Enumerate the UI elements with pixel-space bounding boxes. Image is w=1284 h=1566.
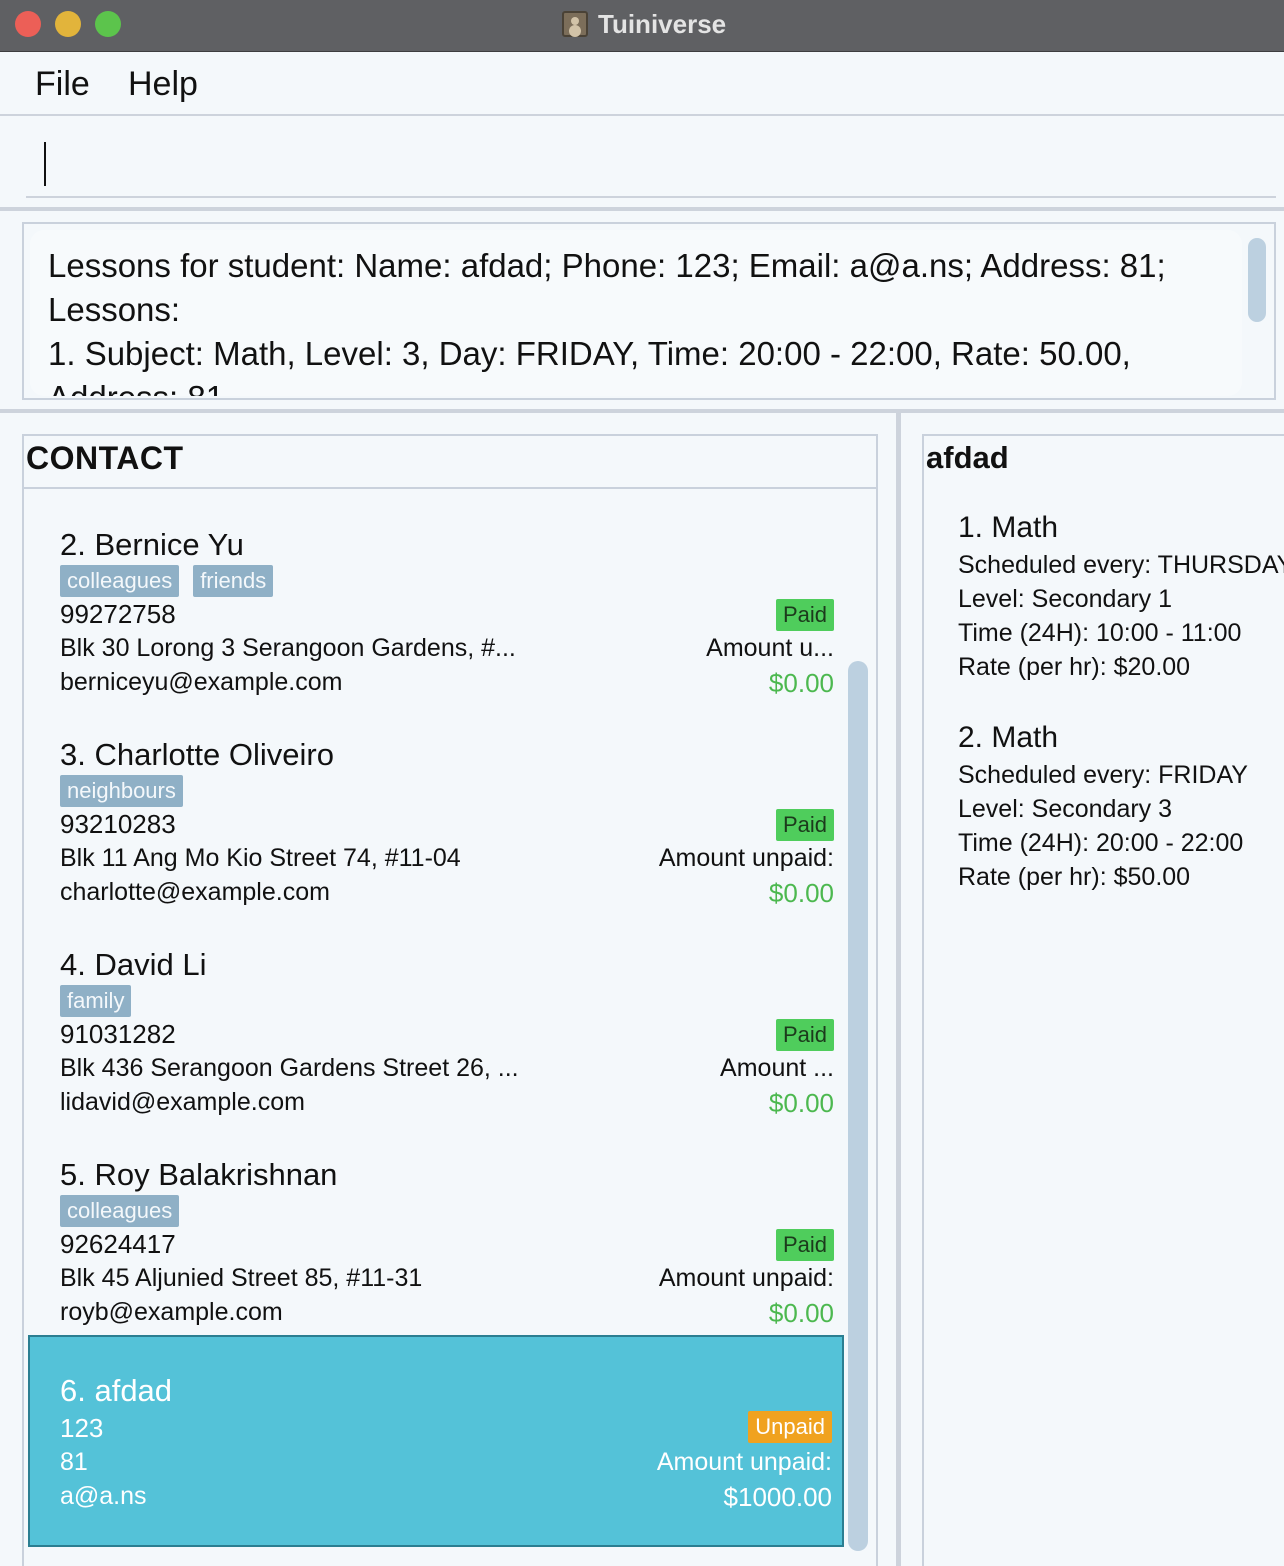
lesson-detail-panel: afdad 1. Math Scheduled every: THURSDAY … bbox=[922, 434, 1284, 1566]
amount-unpaid-value: $0.00 bbox=[768, 878, 834, 908]
lesson-item: 1. Math Scheduled every: THURSDAY Level:… bbox=[958, 508, 1284, 684]
contact-email: lidavid@example.com bbox=[60, 1088, 305, 1116]
maximize-window-button[interactable] bbox=[95, 11, 121, 37]
contact-address: Blk 436 Serangoon Gardens Street 26, ... bbox=[60, 1054, 519, 1082]
window-title-group: Tuiniverse bbox=[562, 9, 726, 39]
contact-tags: neighbours bbox=[60, 775, 183, 807]
amount-unpaid-value: $0.00 bbox=[768, 1298, 834, 1328]
contacts-app-icon bbox=[562, 11, 588, 37]
contact-tag: colleagues bbox=[60, 565, 180, 597]
contact-card[interactable]: 4. David Li family 91031282 Blk 436 Sera… bbox=[28, 921, 844, 1131]
result-text: Lessons for student: Name: afdad; Phone:… bbox=[48, 247, 1166, 396]
menu-help[interactable]: Help bbox=[128, 65, 198, 104]
contact-name: 6. afdad bbox=[60, 1373, 173, 1408]
contact-name: 3. Charlotte Oliveiro bbox=[60, 737, 334, 772]
lesson-schedule: Scheduled every: FRIDAY bbox=[958, 761, 1248, 789]
amount-unpaid-value: $0.00 bbox=[768, 1088, 834, 1118]
lesson-title: 2. Math bbox=[958, 721, 1059, 754]
command-input[interactable] bbox=[26, 136, 1276, 198]
lesson-level: Level: Secondary 3 bbox=[958, 795, 1173, 823]
amount-unpaid-label: Amount unpaid: bbox=[658, 1264, 834, 1292]
vertical-split-divider[interactable] bbox=[896, 413, 901, 1566]
lesson-rate: Rate (per hr): $50.00 bbox=[958, 863, 1191, 891]
result-text-area[interactable]: Lessons for student: Name: afdad; Phone:… bbox=[30, 230, 1242, 396]
contact-list[interactable]: 2. Bernice Yu colleagues friends 9927275… bbox=[24, 487, 876, 1566]
contact-panel-title: CONTACT bbox=[26, 440, 184, 476]
contact-phone: 92624417 bbox=[60, 1229, 176, 1259]
lesson-title: 1. Math bbox=[958, 511, 1059, 544]
window-title: Tuiniverse bbox=[598, 8, 727, 39]
contact-tags: colleagues bbox=[60, 1195, 180, 1227]
contact-tag: neighbours bbox=[60, 775, 183, 807]
contact-name: 5. Roy Balakrishnan bbox=[60, 1157, 338, 1192]
contact-phone: 91031282 bbox=[60, 1019, 176, 1049]
contact-tag: family bbox=[60, 985, 132, 1017]
payment-status-badge: Paid bbox=[775, 1019, 834, 1051]
amount-unpaid-value: $0.00 bbox=[768, 668, 834, 698]
result-scrollbar[interactable] bbox=[1248, 238, 1266, 322]
lesson-item: 2. Math Scheduled every: FRIDAY Level: S… bbox=[958, 718, 1284, 894]
lesson-schedule: Scheduled every: THURSDAY bbox=[958, 551, 1284, 579]
contact-address: Blk 45 Aljunied Street 85, #11-31 bbox=[60, 1264, 423, 1292]
contact-panel: CONTACT 2. Bernice Yu colleagues friends… bbox=[22, 434, 878, 1566]
contact-address: Blk 30 Lorong 3 Serangoon Gardens, #... bbox=[60, 634, 516, 662]
amount-unpaid-label: Amount unpaid: bbox=[656, 1448, 832, 1476]
close-window-button[interactable] bbox=[15, 11, 41, 37]
minimize-window-button[interactable] bbox=[55, 11, 81, 37]
contact-tag: colleagues bbox=[60, 1195, 180, 1227]
amount-unpaid-label: Amount unpaid: bbox=[658, 844, 834, 872]
contact-name: 4. David Li bbox=[60, 947, 207, 982]
contact-tags: colleagues friends bbox=[60, 565, 274, 597]
title-bar: Tuiniverse bbox=[0, 0, 1284, 52]
contact-card[interactable]: 2. Bernice Yu colleagues friends 9927275… bbox=[28, 501, 844, 711]
contact-phone: 99272758 bbox=[60, 599, 176, 629]
contact-email: royb@example.com bbox=[60, 1298, 283, 1326]
lesson-rate: Rate (per hr): $20.00 bbox=[958, 653, 1191, 681]
command-box bbox=[0, 118, 1284, 211]
contact-card-selected[interactable]: 6. afdad 123 81 a@a.ns Unpaid Amount unp… bbox=[28, 1335, 844, 1547]
contact-card[interactable]: 3. Charlotte Oliveiro neighbours 9321028… bbox=[28, 711, 844, 921]
payment-status-badge: Paid bbox=[775, 809, 834, 841]
contact-email: berniceyu@example.com bbox=[60, 668, 343, 696]
amount-unpaid-label: Amount ... bbox=[720, 1054, 834, 1082]
contact-card[interactable]: 5. Roy Balakrishnan colleagues 92624417 … bbox=[28, 1131, 844, 1341]
horizontal-split-divider[interactable] bbox=[0, 409, 1284, 413]
contact-tag: friends bbox=[193, 565, 274, 597]
contact-email: a@a.ns bbox=[60, 1482, 147, 1510]
payment-status-badge: Paid bbox=[775, 1229, 834, 1261]
contact-phone: 93210283 bbox=[60, 809, 176, 839]
menu-bar: File Help bbox=[0, 53, 1284, 116]
contact-name: 2. Bernice Yu bbox=[60, 527, 244, 562]
contact-address: Blk 11 Ang Mo Kio Street 74, #11-04 bbox=[60, 844, 461, 872]
amount-unpaid-value: $1000.00 bbox=[723, 1482, 832, 1512]
contact-tags: family bbox=[60, 985, 132, 1017]
amount-unpaid-label: Amount u... bbox=[706, 634, 834, 662]
payment-status-badge: Unpaid bbox=[748, 1411, 832, 1443]
lesson-level: Level: Secondary 1 bbox=[958, 585, 1173, 613]
detail-student-name: afdad bbox=[926, 440, 1009, 475]
payment-status-badge: Paid bbox=[775, 599, 834, 631]
lesson-time: Time (24H): 20:00 - 22:00 bbox=[958, 829, 1244, 857]
menu-file[interactable]: File bbox=[35, 65, 90, 104]
text-caret bbox=[44, 142, 46, 186]
contact-list-scrollbar[interactable] bbox=[848, 661, 868, 1551]
lesson-time: Time (24H): 10:00 - 11:00 bbox=[958, 619, 1242, 647]
contact-address: 81 bbox=[60, 1448, 88, 1476]
contact-email: charlotte@example.com bbox=[60, 878, 330, 906]
result-display[interactable]: Lessons for student: Name: afdad; Phone:… bbox=[22, 222, 1276, 400]
contact-phone: 123 bbox=[60, 1413, 104, 1443]
